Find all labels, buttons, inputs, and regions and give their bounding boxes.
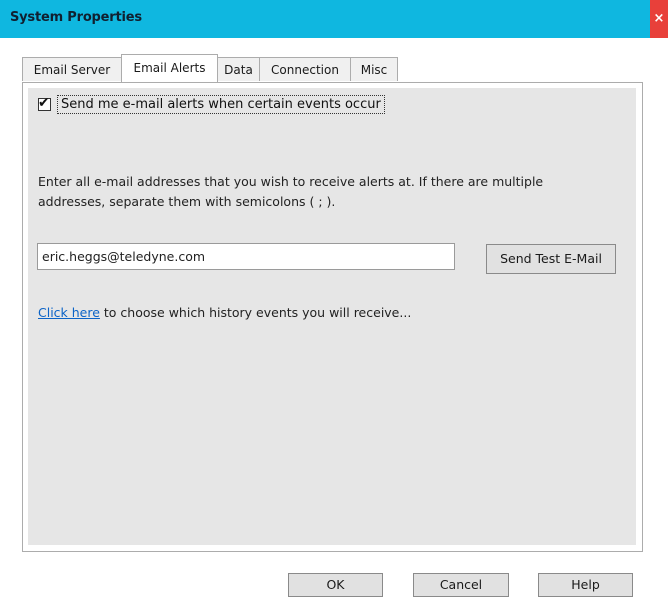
ok-button[interactable]: OK [288,573,383,597]
tab-email-server[interactable]: Email Server [22,57,122,81]
tab-label: Misc [360,63,388,77]
tab-label: Email Alerts [133,61,206,75]
tab-label: Connection [271,63,339,77]
cancel-button[interactable]: Cancel [413,573,509,597]
send-test-email-button[interactable]: Send Test E-Mail [486,244,616,274]
history-events-description: to choose which history events you will … [99,305,412,320]
tab-connection[interactable]: Connection [259,57,351,81]
tab-label: Data [224,63,253,77]
email-alerts-checkbox-label[interactable]: Send me e-mail alerts when certain event… [57,94,385,114]
email-addresses-input[interactable]: eric.heggs@teledyne.com [37,243,455,270]
email-alerts-checkbox-row[interactable]: ✔ Send me e-mail alerts when certain eve… [38,94,385,114]
click-here-link[interactable]: Click here [38,305,100,320]
tab-email-alerts[interactable]: Email Alerts [121,54,218,82]
tab-data[interactable]: Data [217,57,260,81]
checkmark-icon: ✔ [38,94,50,111]
title-bar[interactable]: System Properties × [0,0,668,38]
help-button[interactable]: Help [538,573,633,597]
email-alerts-checkbox[interactable]: ✔ [38,95,51,111]
tab-label: Email Server [33,63,111,77]
history-events-link-row: Click here to choose which history event… [38,305,411,320]
close-icon: × [653,11,665,26]
window-title: System Properties [10,10,142,25]
close-button[interactable]: × [650,0,668,38]
tab-misc[interactable]: Misc [350,57,398,81]
email-instructions-text: Enter all e-mail addresses that you wish… [38,174,544,209]
